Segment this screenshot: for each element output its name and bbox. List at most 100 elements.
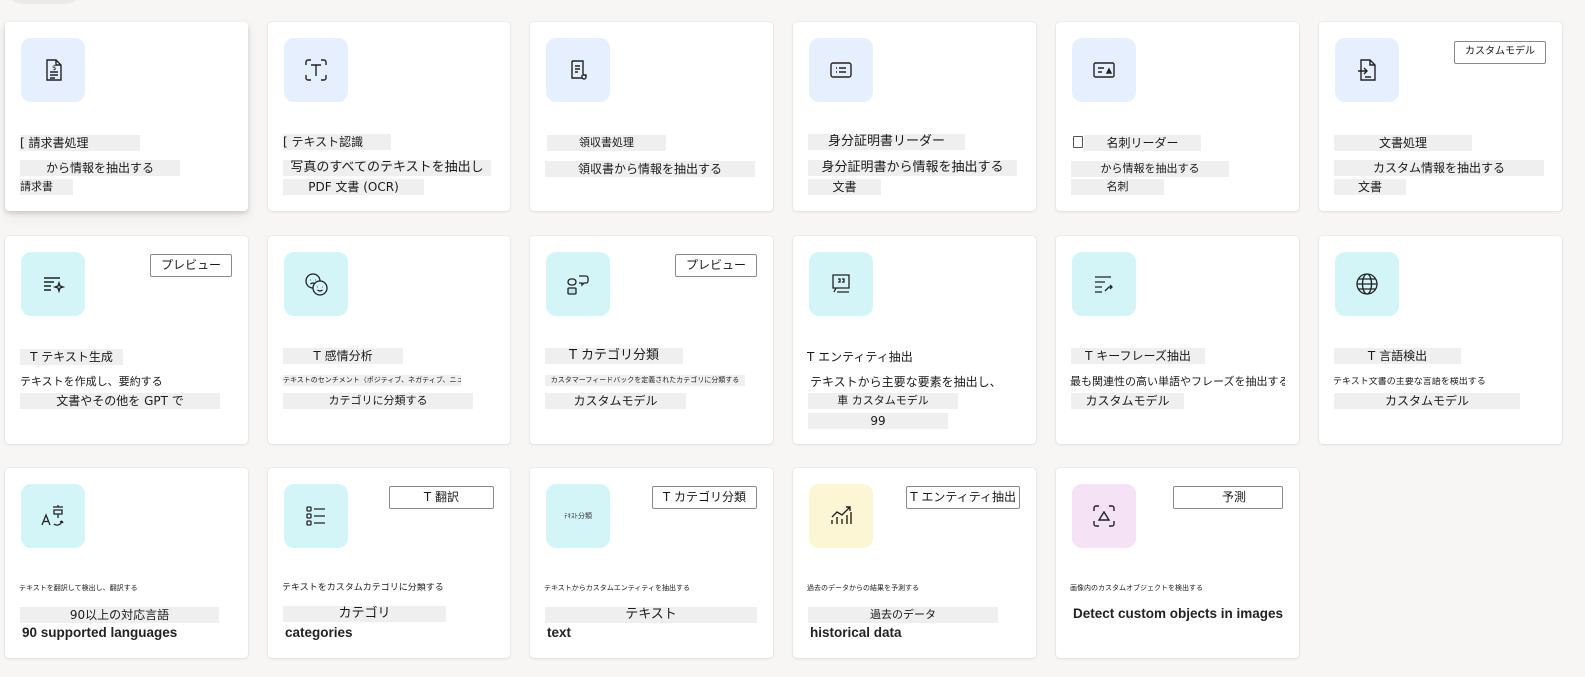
entity-extraction-badge: T エンティティ抽出	[906, 486, 1020, 509]
language-detection-card[interactable]: T 言語検出 テキスト文書の主要な言語を検出する カスタムモデル	[1319, 236, 1562, 444]
category-classification-card[interactable]: プレビュー T カテゴリ分類 カスタマーフィードバックを定義されたカテゴリに分類…	[530, 236, 773, 444]
object-detection-card[interactable]: 予測 画像内のカスタムオブジェクトを検出する Detect custom obj…	[1056, 468, 1299, 658]
translation-card[interactable]: テキストを翻訳して検出し、翻訳する 90以上の対応言語 90 supported…	[5, 468, 248, 658]
card-description-2: カスタムモデル	[1334, 393, 1520, 409]
card-description: 写真のすべてのテキストを抽出し	[283, 160, 491, 176]
card-description: カスタム情報を抽出する	[1334, 160, 1544, 176]
preview-badge: プレビュー	[674, 254, 757, 277]
card-description-en: Detect custom objects in images	[1073, 606, 1284, 621]
card-title: 名刺リーダー	[1084, 135, 1201, 151]
icon-tile: $	[21, 38, 85, 102]
svg-text:$: $	[52, 64, 56, 72]
card-description-en: 90 supported languages	[22, 625, 178, 640]
card-description-2: 過去のデータ	[808, 607, 998, 623]
card-description: テキストのセンチメント（ポジティブ、ネガティブ、ニュートラル）を検出して分類する	[283, 375, 461, 386]
text-generation-card[interactable]: プレビュー T テキスト生成 テキストを作成し、要約する 文書やその他を GPT…	[5, 236, 248, 444]
scroll-remnant	[8, 0, 80, 4]
key-phrase-icon	[1095, 276, 1113, 293]
text-recognition-icon	[305, 59, 327, 81]
card-title: 身分証明書リーダー	[808, 134, 965, 150]
card-description-3: 99	[808, 413, 948, 429]
sentiment-icon	[305, 273, 328, 296]
icon-tile	[284, 38, 348, 102]
icon-tile	[284, 252, 348, 316]
card-description: テキストからカスタムエンティティを抽出する	[544, 584, 690, 592]
card-title: T エンティティ抽出	[807, 350, 913, 364]
id-reader-card[interactable]: 身分証明書リーダー 身分証明書から情報を抽出する 文書	[793, 22, 1036, 211]
card-description-2: 文書やその他を GPT で	[20, 393, 220, 409]
preview-badge: プレビュー	[149, 254, 232, 277]
card-description: 画像内のカスタムオブジェクトを検出する	[1070, 584, 1203, 592]
entity-extraction-card[interactable]: T エンティティ抽出 テキストから主要な要素を抽出し、 車 カスタムモデル 99	[793, 236, 1036, 444]
icon-tile	[809, 38, 873, 102]
icon-tile	[546, 252, 610, 316]
icon-tile	[546, 38, 610, 102]
entity-extraction-icon	[832, 274, 850, 293]
card-description-en: historical data	[810, 625, 902, 640]
translation-badge: T 翻訳	[388, 486, 494, 509]
card-description: 身分証明書から情報を抽出する	[808, 160, 1017, 176]
custom-entity-card[interactable]: ﾃｷｽﾄ分類 T カテゴリ分類 テキストからカスタムエンティティを抽出する テキ…	[530, 468, 773, 658]
text-generation-icon	[44, 277, 66, 294]
sentiment-analysis-card[interactable]: T 感情分析 テキストのセンチメント（ポジティブ、ネガティブ、ニュートラル）を検…	[268, 236, 510, 444]
card-description-2: カテゴリに分類する	[283, 393, 473, 409]
object-detection-icon	[1093, 505, 1115, 527]
chart-icon	[831, 506, 852, 524]
icon-tile	[1335, 38, 1399, 102]
card-description-2: テキスト	[545, 607, 757, 623]
card-description-2: 名刺	[1071, 179, 1164, 195]
key-phrase-extraction-card[interactable]: T キーフレーズ抽出 最も関連性の高い単語やフレーズを抽出する カスタムモデル	[1056, 236, 1299, 444]
translation-icon	[41, 505, 64, 526]
card-description: から情報を抽出する	[1071, 161, 1229, 177]
icon-tile	[809, 252, 873, 316]
card-description-2: カテゴリ	[283, 606, 446, 622]
category-classification-badge: T カテゴリ分類	[651, 486, 757, 509]
card-description-2: 90以上の対応言語	[20, 607, 219, 623]
card-description: カスタマーフィードバックを定義されたカテゴリに分類する	[545, 375, 745, 386]
card-title: 文書処理	[1334, 135, 1472, 151]
card-description-en: categories	[285, 625, 353, 640]
text-recognition-card[interactable]: [ テキスト認識 写真のすべてのテキストを抽出し PDF 文書 (OCR)	[268, 22, 510, 211]
icon-tile	[1072, 252, 1136, 316]
document-icon	[1073, 136, 1083, 148]
card-title: [ テキスト認識	[283, 134, 391, 150]
card-description: テキストを作成し、要約する	[20, 375, 163, 388]
card-description-2: カスタムモデル	[1071, 393, 1184, 409]
card-description: 領収書から情報を抽出する	[545, 161, 755, 177]
card-description: 過去のデータからの結果を予測する	[807, 584, 919, 592]
card-description: テキストから主要な要素を抽出し、	[810, 375, 1002, 389]
icon-tile	[1335, 252, 1399, 316]
card-description-2: PDF 文書 (OCR)	[283, 179, 424, 195]
invoice-icon: $	[46, 59, 62, 81]
invoice-processing-card[interactable]: $ [ 請求書処理 から情報を抽出する 請求書	[5, 22, 248, 211]
category-classification-icon	[567, 275, 589, 295]
document-processing-card[interactable]: カスタムモデル 文書処理 カスタム情報を抽出する 文書	[1319, 22, 1562, 211]
id-card-icon	[830, 62, 852, 78]
business-card-icon	[1093, 62, 1115, 78]
icon-tile	[284, 484, 348, 548]
card-title: T 言語検出	[1334, 348, 1461, 364]
prediction-card[interactable]: T エンティティ抽出 過去のデータからの結果を予測する 過去のデータ histo…	[793, 468, 1036, 658]
card-description-2: 請求書	[20, 179, 73, 195]
card-description-2: 車 カスタムモデル	[808, 393, 958, 409]
icon-tile	[1072, 484, 1136, 548]
card-description: から情報を抽出する	[20, 160, 180, 176]
receipt-processing-card[interactable]: 領収書処理 領収書から情報を抽出する	[530, 22, 773, 211]
prediction-badge: 予測	[1172, 486, 1283, 509]
icon-tile	[21, 484, 85, 548]
business-card-reader-card[interactable]: 名刺リーダー から情報を抽出する 名刺	[1056, 22, 1299, 211]
card-title: 領収書処理	[547, 135, 666, 151]
card-description: テキストを翻訳して検出し、翻訳する	[19, 584, 138, 592]
card-description: 最も関連性の高い単語やフレーズを抽出する	[1070, 375, 1285, 388]
icon-tile: ﾃｷｽﾄ分類	[546, 484, 610, 548]
card-title: T キーフレーズ抽出	[1071, 348, 1205, 364]
card-description-2: 文書	[808, 179, 881, 195]
card-title: [ 請求書処理	[20, 135, 140, 151]
custom-classification-card[interactable]: T 翻訳 テキストをカスタムカテゴリに分類する カテゴリ categories	[268, 468, 510, 658]
document-processing-icon	[1358, 59, 1376, 81]
custom-model-badge: カスタムモデル	[1454, 41, 1546, 64]
list-icon	[306, 506, 325, 526]
card-description-2: カスタムモデル	[545, 393, 686, 409]
icon-tile	[1072, 38, 1136, 102]
card-description-2: 文書	[1334, 179, 1406, 195]
